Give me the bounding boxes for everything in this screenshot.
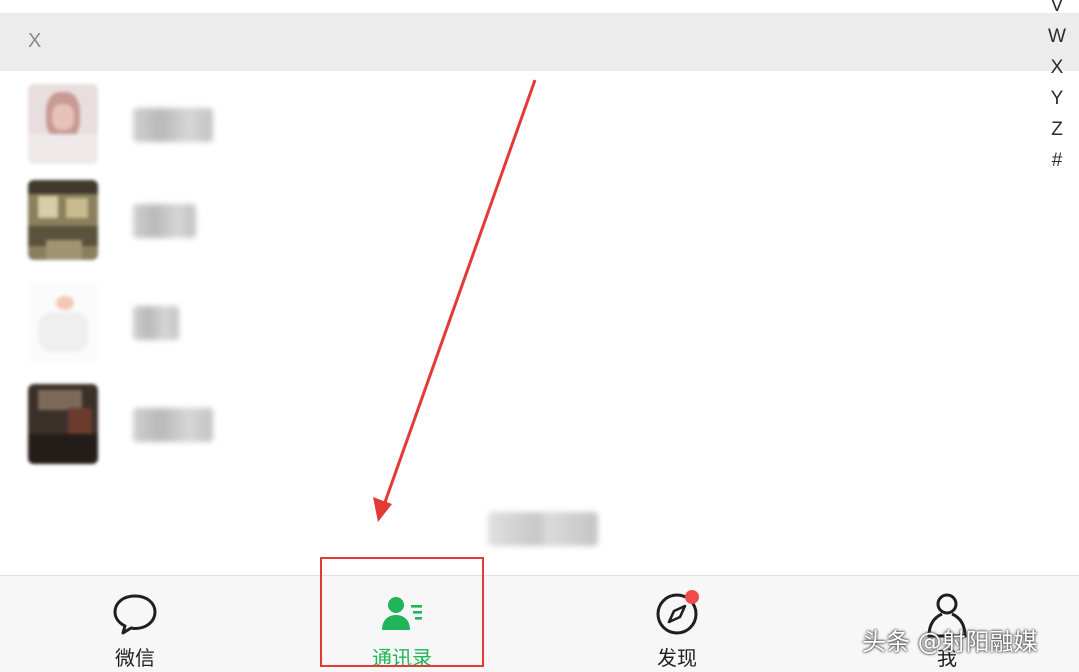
avatar <box>28 384 98 464</box>
contact-count: ████ <box>488 512 598 546</box>
section-header <box>0 13 1079 71</box>
compass-icon <box>653 590 701 638</box>
index-letter-v[interactable]: V <box>1051 0 1064 21</box>
index-letter-z[interactable]: Z <box>1051 114 1063 145</box>
watermark: 头条 @射阳融媒 <box>862 628 1038 656</box>
contact-row[interactable]: ████ <box>28 84 528 164</box>
contact-row[interactable]: ██ <box>28 282 528 362</box>
index-letter-hash[interactable]: # <box>1052 145 1063 176</box>
tab-chats[interactable]: 微信 <box>70 576 200 672</box>
contact-row[interactable]: ████ <box>28 384 528 464</box>
contact-name: ███ <box>133 204 196 238</box>
tab-label: 发现 <box>657 646 697 670</box>
index-letter-w[interactable]: W <box>1048 21 1066 52</box>
tab-label: 微信 <box>115 646 155 670</box>
contact-row[interactable]: ███ <box>28 180 528 260</box>
index-letter-y[interactable]: Y <box>1051 83 1064 114</box>
avatar <box>28 84 98 164</box>
chat-bubble-icon <box>111 590 159 638</box>
index-letter-x[interactable]: X <box>1051 52 1064 83</box>
alphabet-index[interactable]: V W X Y Z # <box>1043 0 1071 176</box>
contact-name: ██ <box>133 306 179 340</box>
avatar <box>28 180 98 260</box>
contact-name: ████ <box>133 108 213 142</box>
annotation-highlight-box <box>320 557 484 667</box>
close-icon[interactable]: X <box>28 30 41 53</box>
avatar <box>28 282 98 362</box>
contact-name: ████ <box>133 408 213 442</box>
notification-dot <box>685 590 699 604</box>
tab-discover[interactable]: 发现 <box>612 576 742 672</box>
